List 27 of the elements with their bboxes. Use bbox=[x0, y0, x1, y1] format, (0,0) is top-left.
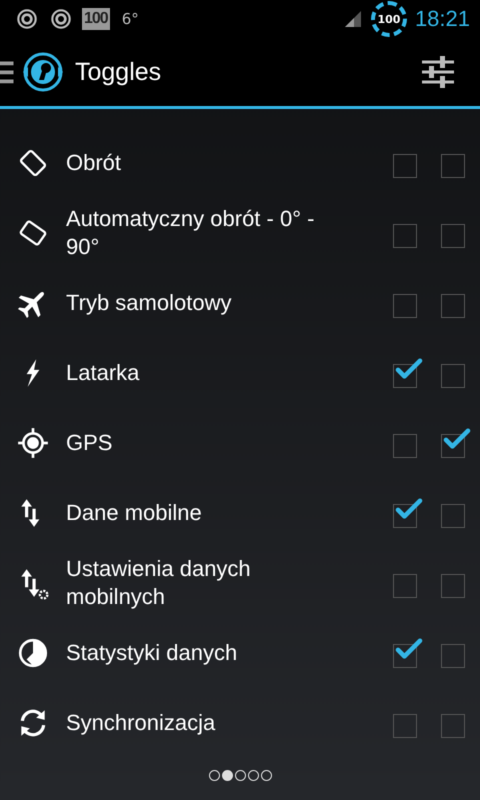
settings-icon[interactable] bbox=[420, 54, 456, 90]
toggle-label: Dane mobilne bbox=[66, 499, 203, 527]
pie-icon bbox=[16, 636, 50, 670]
page-indicator-dot[interactable] bbox=[222, 770, 232, 781]
page-indicator-dot[interactable] bbox=[248, 770, 258, 781]
toggle-label: Obrót bbox=[66, 149, 122, 177]
toggle-label: Latarka bbox=[66, 359, 140, 387]
toggle-label: Statystyki danych bbox=[66, 639, 238, 667]
clock-text: 18:21 bbox=[414, 6, 470, 32]
notification-badge: 100 bbox=[82, 8, 110, 30]
temperature-text: 6° bbox=[122, 10, 139, 28]
checkbox[interactable] bbox=[393, 498, 424, 528]
toggle-label: Ustawienia danych mobilnych bbox=[66, 555, 252, 611]
toggle-label: GPS bbox=[66, 429, 114, 457]
gps-icon bbox=[16, 426, 50, 460]
page-indicator-dot[interactable] bbox=[208, 770, 220, 781]
toggle-label: Synchronizacja bbox=[66, 709, 216, 737]
checkbox[interactable] bbox=[441, 428, 472, 458]
toggle-label: Automatyczny obrót - 0° - 90° bbox=[66, 205, 316, 261]
app-logo-icon[interactable] bbox=[21, 50, 65, 94]
page-indicator-dot[interactable] bbox=[234, 770, 246, 781]
checkbox[interactable] bbox=[393, 358, 424, 388]
toggle-label: Tryb samolotowy bbox=[66, 289, 232, 317]
page-indicator-dot[interactable] bbox=[260, 770, 272, 781]
signal-icon bbox=[342, 9, 363, 29]
app-title: Toggles bbox=[75, 58, 162, 86]
checkbox[interactable] bbox=[393, 638, 424, 668]
